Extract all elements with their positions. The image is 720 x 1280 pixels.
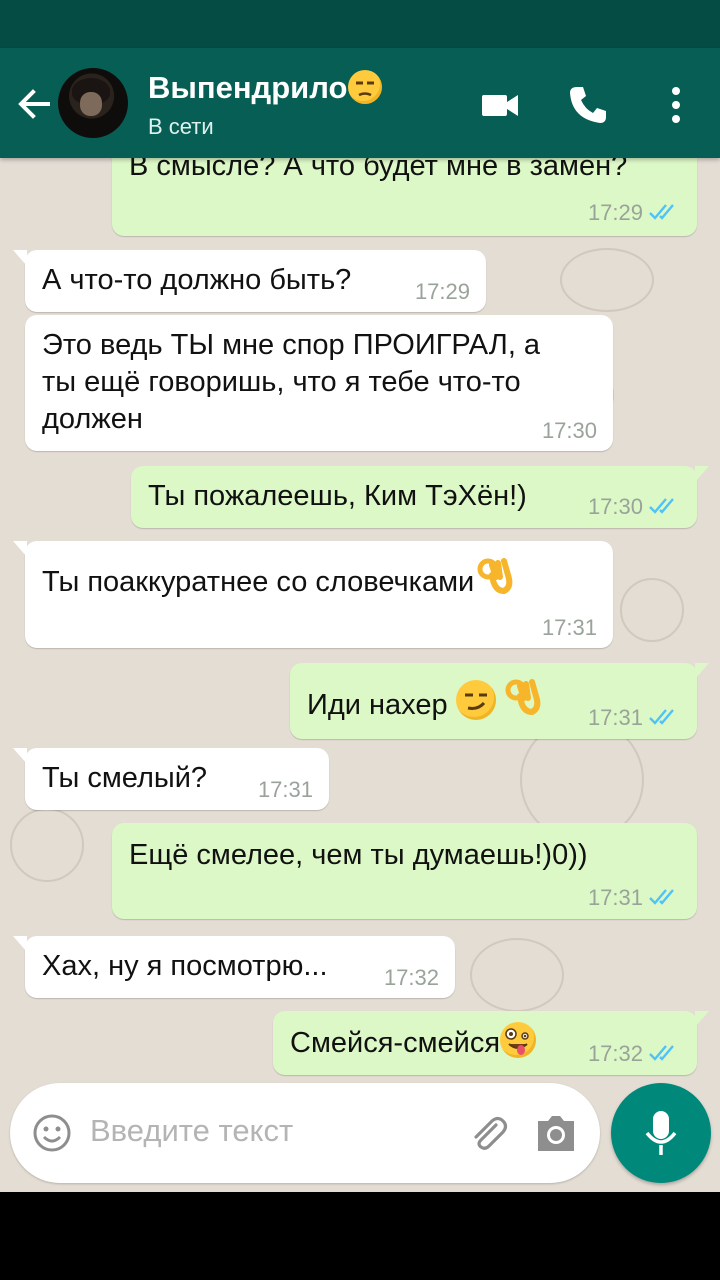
message-text: Иди нахер	[307, 689, 456, 721]
phone-icon	[570, 87, 606, 123]
back-button[interactable]	[14, 84, 54, 124]
double-check-read-icon	[649, 496, 681, 520]
chat-area[interactable]: В смысле? А что будет мне в замен? 17:29…	[0, 158, 720, 1192]
system-navigation-bar	[0, 1192, 720, 1280]
more-vertical-icon	[672, 87, 680, 123]
message-bubble[interactable]: Хах, ну я посмотрю... 17:32	[13, 936, 455, 998]
message-bubble[interactable]: Ты поаккуратнее со словечками 17:31	[13, 541, 613, 648]
double-check-read-icon	[649, 887, 681, 911]
message-bubble[interactable]: Ты смелый? 17:31	[13, 748, 329, 810]
message-time: 17:29	[414, 279, 470, 304]
app-bar: Выпендрило В сети	[0, 48, 720, 158]
message-meta: 17:31	[587, 884, 681, 911]
avatar[interactable]	[58, 68, 128, 138]
voice-call-button[interactable]	[566, 83, 610, 127]
ok-hand-icon	[502, 679, 542, 720]
message-bubble[interactable]: А что-то должно быть? 17:29	[13, 250, 486, 312]
video-call-button[interactable]	[478, 83, 522, 127]
voice-message-button[interactable]	[611, 1083, 711, 1183]
message-bubble[interactable]: Смейся-смейся 17:32	[273, 1011, 709, 1075]
double-check-read-icon	[649, 202, 681, 226]
status-bar	[0, 0, 720, 48]
message-meta: 17:29	[587, 199, 681, 226]
message-text-line: ты ещё говоришь, что я тебе что-то	[42, 366, 521, 398]
message-input[interactable]: Введите текст	[90, 1113, 293, 1149]
zany-face-icon	[500, 1022, 537, 1058]
message-time: 17:31	[257, 777, 313, 802]
message-text: Ты смелый?	[42, 762, 208, 794]
attach-button[interactable]	[466, 1111, 510, 1155]
message-text: Ты пожалеешь, Ким ТэХён!)	[148, 480, 527, 512]
message-bubble[interactable]: Иди нахер 17:31	[290, 663, 709, 739]
message-text: А что-то должно быть?	[42, 264, 352, 296]
double-check-read-icon	[649, 1043, 681, 1067]
contact-status: В сети	[148, 114, 214, 139]
message-meta: 17:30	[587, 493, 681, 520]
paperclip-icon	[474, 1116, 508, 1150]
message-time: 17:30	[541, 418, 597, 443]
message-time: 17:31	[587, 704, 643, 730]
camera-icon	[538, 1116, 574, 1151]
message-text-line: Это ведь ТЫ мне спор ПРОИГРАЛ, а	[42, 329, 541, 361]
message-time: 17:29	[587, 199, 643, 225]
message-text: Ты поаккуратнее со словечками	[42, 566, 475, 598]
message-meta: 17:32	[587, 1040, 681, 1067]
message-text: Смейся-смейся	[290, 1027, 501, 1059]
arrow-left-icon	[18, 89, 50, 119]
message-composer[interactable]: Введите текст	[10, 1083, 600, 1183]
message-text-line: должен	[42, 403, 143, 435]
smirk-icon	[455, 680, 496, 720]
ok-hand-icon	[474, 557, 514, 597]
double-check-read-icon	[649, 707, 681, 731]
unamused-face-icon	[348, 70, 383, 104]
message-bubble[interactable]: В смысле? А что будет мне в замен? 17:29	[112, 158, 697, 236]
smiley-icon	[33, 1114, 71, 1152]
microphone-icon	[645, 1111, 677, 1155]
message-text: В смысле? А что будет мне в замен?	[129, 158, 628, 182]
message-text: Ещё смелее, чем ты думаешь!)0))	[129, 839, 588, 871]
message-time: 17:30	[587, 493, 643, 519]
message-text: Хах, ну я посмотрю...	[42, 950, 328, 982]
message-bubble[interactable]: Ты пожалеешь, Ким ТэХён!) 17:30	[131, 466, 709, 528]
message-bubble[interactable]: Ещё смелее, чем ты думаешь!)0)) 17:31	[112, 823, 697, 919]
contact-name[interactable]: Выпендрило	[148, 70, 383, 106]
message-time: 17:32	[587, 1040, 643, 1066]
message-time: 17:31	[541, 615, 597, 640]
message-time: 17:32	[383, 965, 439, 990]
video-camera-icon	[482, 95, 518, 116]
message-meta: 17:31	[587, 704, 681, 731]
message-time: 17:31	[587, 884, 643, 910]
message-bubble[interactable]: Это ведь ТЫ мне спор ПРОИГРАЛ, а ты ещё …	[25, 315, 613, 451]
emoji-button[interactable]	[32, 1113, 72, 1153]
overflow-menu-button[interactable]	[654, 83, 698, 127]
camera-button[interactable]	[534, 1111, 578, 1155]
